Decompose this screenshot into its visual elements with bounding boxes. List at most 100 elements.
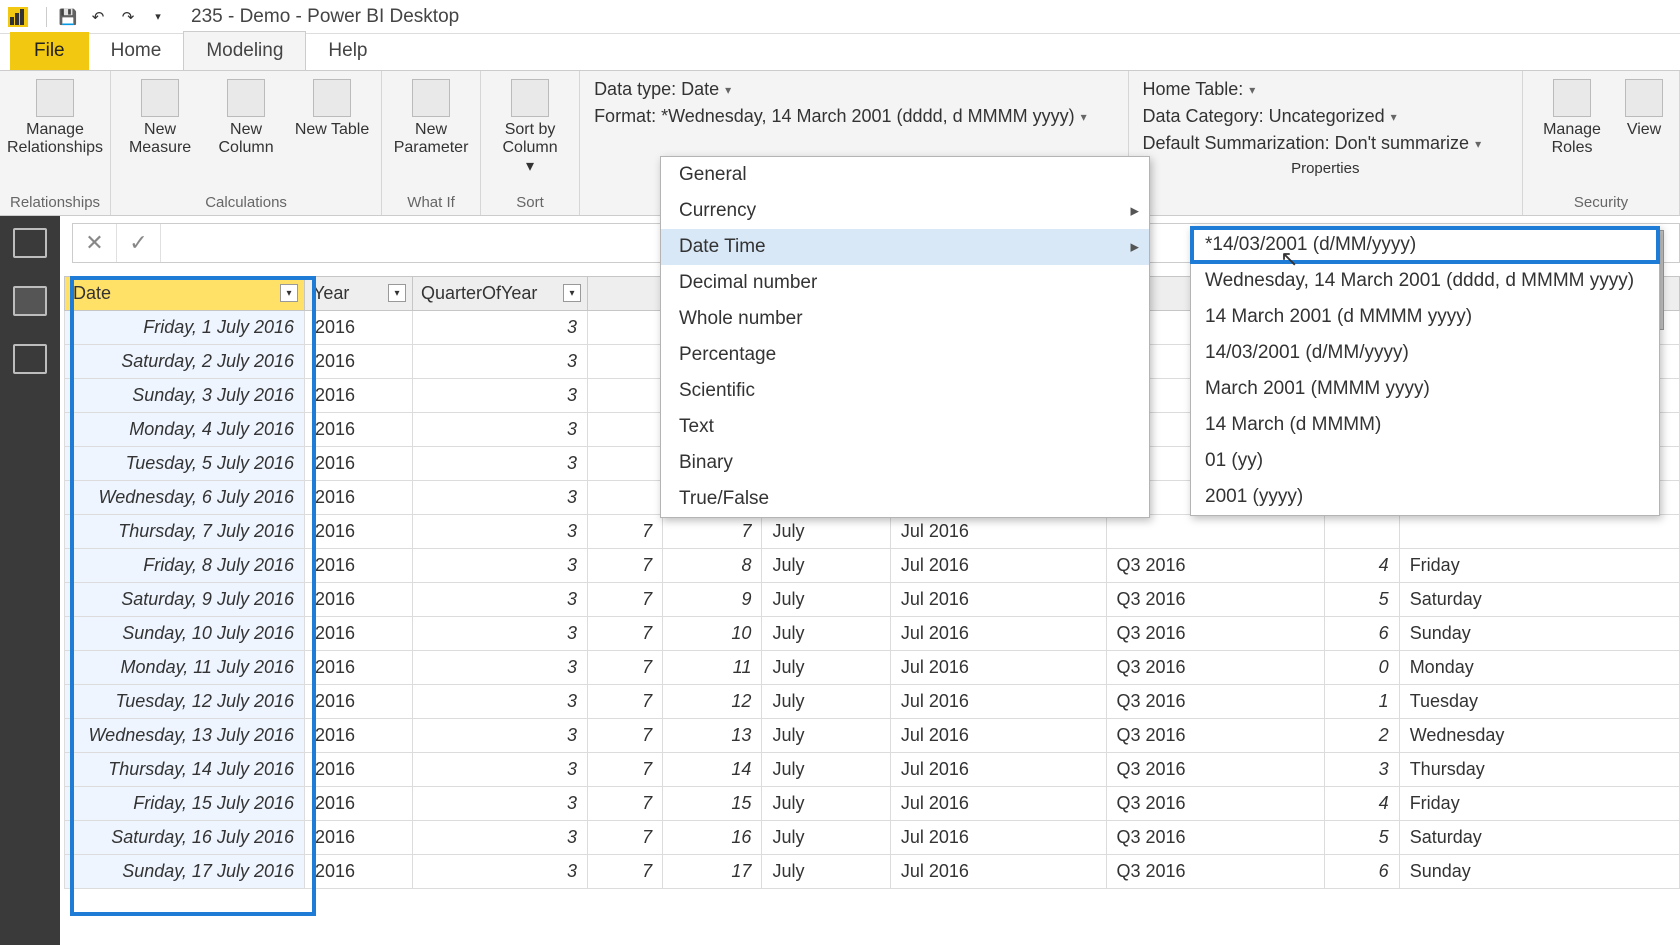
table-cell[interactable]: 4 [1324, 549, 1399, 583]
table-cell[interactable]: 7 [663, 515, 762, 549]
format-type-item[interactable]: Currency [661, 193, 1149, 229]
table-cell[interactable]: Jul 2016 [890, 515, 1106, 549]
format-type-item[interactable]: Binary [661, 445, 1149, 481]
table-cell[interactable] [588, 481, 663, 515]
date-format-item[interactable]: Wednesday, 14 March 2001 (dddd, d MMMM y… [1191, 263, 1659, 299]
table-cell[interactable]: Sunday [1399, 855, 1679, 889]
table-cell[interactable]: 3 [413, 413, 588, 447]
table-cell[interactable]: Jul 2016 [890, 617, 1106, 651]
table-cell[interactable]: July [762, 719, 890, 753]
table-cell[interactable]: 8 [663, 549, 762, 583]
table-cell[interactable]: Q3 2016 [1106, 583, 1324, 617]
undo-icon[interactable]: ↶ [85, 4, 111, 30]
table-cell[interactable] [588, 413, 663, 447]
table-row[interactable]: Saturday, 16 July 201620163716JulyJul 20… [65, 821, 1680, 855]
table-cell[interactable]: July [762, 549, 890, 583]
table-cell[interactable]: Tuesday, 12 July 2016 [65, 685, 305, 719]
table-cell[interactable]: July [762, 753, 890, 787]
table-cell[interactable]: 3 [413, 855, 588, 889]
table-cell[interactable]: 15 [663, 787, 762, 821]
table-cell[interactable]: Q3 2016 [1106, 787, 1324, 821]
table-cell[interactable]: 17 [663, 855, 762, 889]
table-cell[interactable]: Thursday [1399, 753, 1679, 787]
table-cell[interactable]: 3 [413, 345, 588, 379]
table-cell[interactable]: 2016 [305, 617, 413, 651]
tab-modeling[interactable]: Modeling [183, 31, 306, 70]
date-format-item[interactable]: *14/03/2001 (d/MM/yyyy) [1191, 227, 1659, 263]
sort-by-column-button[interactable]: Sort by Column▾ [491, 77, 569, 176]
table-cell[interactable]: Saturday, 2 July 2016 [65, 345, 305, 379]
table-cell[interactable]: 12 [663, 685, 762, 719]
table-cell[interactable]: Wednesday [1399, 719, 1679, 753]
table-cell[interactable]: 3 [413, 651, 588, 685]
table-cell[interactable]: Jul 2016 [890, 685, 1106, 719]
table-cell[interactable]: Q3 2016 [1106, 753, 1324, 787]
table-cell[interactable]: July [762, 855, 890, 889]
table-cell[interactable]: Q3 2016 [1106, 821, 1324, 855]
table-row[interactable]: Wednesday, 13 July 201620163713JulyJul 2… [65, 719, 1680, 753]
table-cell[interactable]: Jul 2016 [890, 651, 1106, 685]
table-cell[interactable]: 2016 [305, 821, 413, 855]
tab-file[interactable]: File [10, 32, 89, 70]
table-cell[interactable]: 3 [1324, 753, 1399, 787]
table-cell[interactable]: Saturday, 9 July 2016 [65, 583, 305, 617]
tab-help[interactable]: Help [306, 32, 389, 70]
table-cell[interactable]: Jul 2016 [890, 787, 1106, 821]
table-cell[interactable]: Jul 2016 [890, 719, 1106, 753]
table-cell[interactable]: Friday [1399, 549, 1679, 583]
column-filter-icon[interactable]: ▾ [280, 284, 298, 302]
table-cell[interactable]: July [762, 821, 890, 855]
column-header[interactable]: Year▾ [305, 277, 413, 311]
table-cell[interactable]: 7 [588, 787, 663, 821]
table-cell[interactable]: Thursday, 7 July 2016 [65, 515, 305, 549]
table-cell[interactable]: 7 [588, 821, 663, 855]
table-cell[interactable]: Saturday [1399, 821, 1679, 855]
table-cell[interactable]: Q3 2016 [1106, 719, 1324, 753]
table-cell[interactable]: Monday [1399, 651, 1679, 685]
table-cell[interactable]: 7 [588, 651, 663, 685]
table-cell[interactable]: Thursday, 14 July 2016 [65, 753, 305, 787]
table-cell[interactable]: 9 [663, 583, 762, 617]
new-parameter-button[interactable]: New Parameter [392, 77, 470, 158]
table-cell[interactable]: 7 [588, 855, 663, 889]
table-cell[interactable]: 4 [1324, 787, 1399, 821]
table-cell[interactable] [588, 379, 663, 413]
table-cell[interactable]: Friday, 8 July 2016 [65, 549, 305, 583]
date-format-item[interactable]: 2001 (yyyy) [1191, 479, 1659, 515]
table-cell[interactable]: 3 [413, 481, 588, 515]
table-cell[interactable] [588, 311, 663, 345]
new-table-button[interactable]: New Table [293, 77, 371, 139]
table-cell[interactable]: Sunday, 10 July 2016 [65, 617, 305, 651]
table-cell[interactable]: 2016 [305, 549, 413, 583]
table-cell[interactable]: Friday, 1 July 2016 [65, 311, 305, 345]
table-cell[interactable]: 3 [413, 821, 588, 855]
table-cell[interactable]: Sunday, 17 July 2016 [65, 855, 305, 889]
table-cell[interactable]: Friday [1399, 787, 1679, 821]
column-filter-icon[interactable]: ▾ [563, 284, 581, 302]
table-cell[interactable]: 7 [588, 685, 663, 719]
table-cell[interactable] [1106, 515, 1324, 549]
column-header[interactable]: QuarterOfYear▾ [413, 277, 588, 311]
format-type-item[interactable]: Scientific [661, 373, 1149, 409]
date-format-item[interactable]: 14 March (d MMMM) [1191, 407, 1659, 443]
date-format-item[interactable]: 14/03/2001 (d/MM/yyyy) [1191, 335, 1659, 371]
table-cell[interactable]: Sunday [1399, 617, 1679, 651]
table-cell[interactable]: July [762, 787, 890, 821]
table-cell[interactable]: 2016 [305, 379, 413, 413]
date-format-item[interactable]: 01 (yy) [1191, 443, 1659, 479]
table-cell[interactable]: Q3 2016 [1106, 549, 1324, 583]
save-icon[interactable]: 💾 [55, 4, 81, 30]
table-cell[interactable]: 3 [413, 753, 588, 787]
table-cell[interactable]: 2016 [305, 413, 413, 447]
table-cell[interactable]: July [762, 617, 890, 651]
format-type-item[interactable]: Date Time [661, 229, 1149, 265]
table-cell[interactable]: 1 [1324, 685, 1399, 719]
table-cell[interactable]: Tuesday, 5 July 2016 [65, 447, 305, 481]
table-row[interactable]: Sunday, 10 July 201620163710JulyJul 2016… [65, 617, 1680, 651]
table-cell[interactable]: 2016 [305, 753, 413, 787]
data-type-dropdown[interactable]: Data type: Date▾ [594, 79, 1113, 100]
table-cell[interactable]: 2016 [305, 583, 413, 617]
table-cell[interactable]: Wednesday, 6 July 2016 [65, 481, 305, 515]
table-cell[interactable]: 5 [1324, 583, 1399, 617]
table-row[interactable]: Thursday, 14 July 201620163714JulyJul 20… [65, 753, 1680, 787]
